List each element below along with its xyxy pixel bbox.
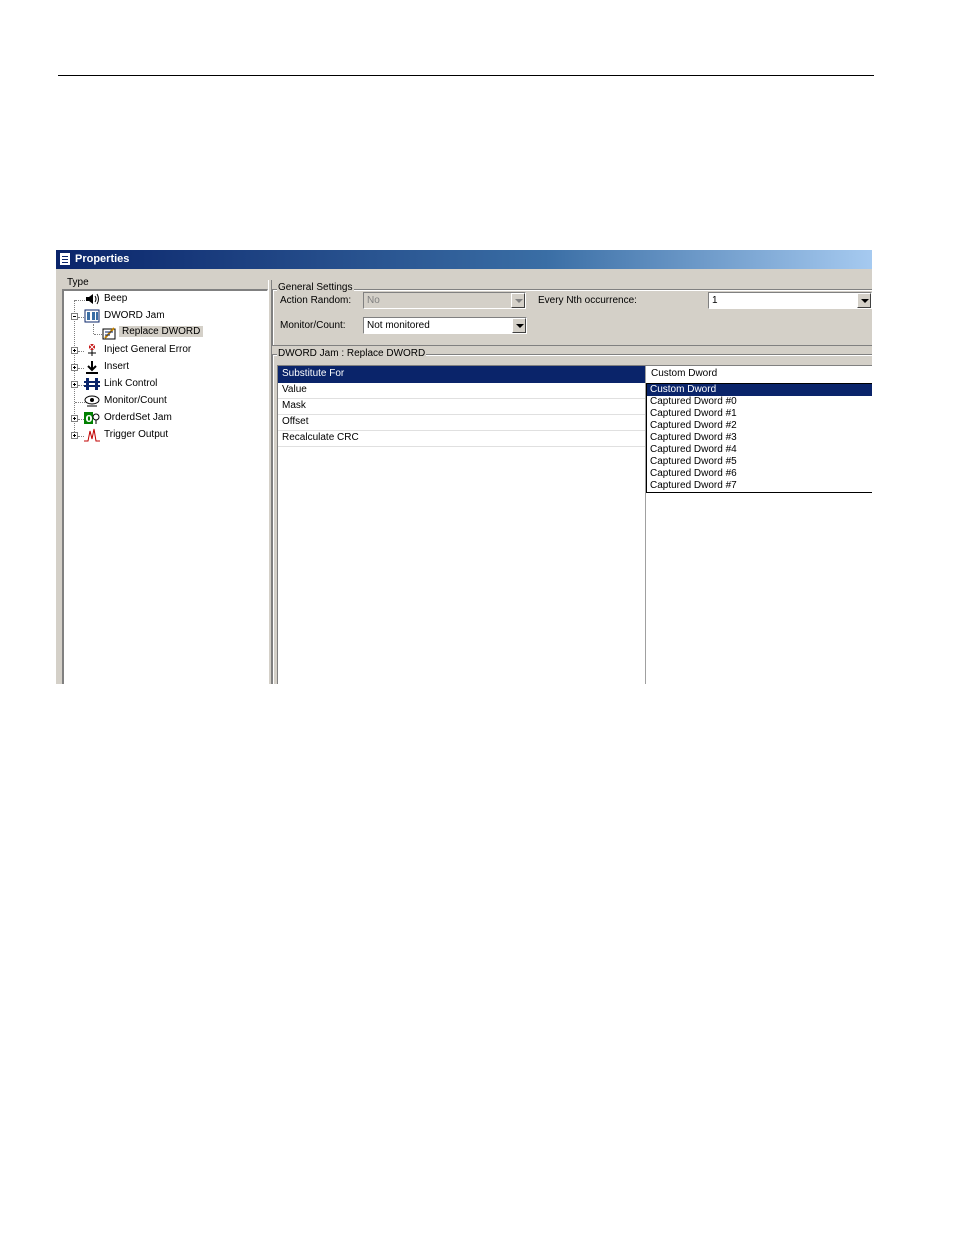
tree-item-label: Monitor/Count (104, 395, 167, 406)
grid-row-substitute-for[interactable]: Substitute For (278, 366, 645, 383)
grid-row-label: Mask (282, 400, 306, 411)
window-title: Properties (75, 253, 130, 265)
every-nth-label: Every Nth occurrence: (538, 295, 637, 306)
grid-row-recalculate-crc[interactable]: Recalculate CRC (278, 430, 645, 447)
dropdown-option[interactable]: Custom Dword (647, 384, 872, 396)
option-label: Custom Dword (650, 384, 717, 395)
dropdown-option[interactable]: Captured Dword #3 (647, 432, 872, 444)
dropdown-option[interactable]: Captured Dword #2 (647, 420, 872, 432)
page-header-rule (58, 75, 874, 76)
dropdown-option[interactable]: Captured Dword #1 (647, 408, 872, 420)
speaker-icon (84, 292, 100, 307)
dropdown-option[interactable]: Captured Dword #0 (647, 396, 872, 408)
tree-item-beep[interactable]: Beep (64, 292, 264, 308)
every-nth-value: 1 (712, 295, 718, 306)
dropdown-option[interactable]: Captured Dword #6 (647, 468, 872, 480)
tree-item-monitor-count[interactable]: Monitor/Count (64, 394, 264, 410)
tree-item-label: DWORD Jam (104, 310, 165, 321)
action-random-label: Action Random: (280, 295, 352, 306)
orderedset-jam-icon: 0 (84, 411, 100, 426)
substitute-for-dropdown[interactable]: Custom Dword Captured Dword #0 Captured … (646, 383, 872, 493)
chevron-down-icon[interactable] (512, 318, 526, 333)
tree-item-link-control[interactable]: Link Control (64, 377, 264, 393)
tree-item-label: Trigger Output (104, 429, 169, 440)
expand-toggle[interactable] (71, 432, 78, 439)
inject-error-icon (84, 343, 100, 358)
tree-item-inject-general-error[interactable]: Inject General Error (64, 343, 264, 359)
chevron-down-icon[interactable] (857, 293, 871, 308)
dword-jam-group-title: DWORD Jam : Replace DWORD (277, 348, 427, 359)
tree-item-label: Beep (104, 293, 128, 304)
property-grid: Substitute For Value Mask Offset Recalcu… (277, 365, 872, 684)
expand-toggle[interactable] (71, 415, 78, 422)
insert-icon (84, 360, 100, 375)
grid-row-value[interactable]: Value (278, 382, 645, 399)
substitute-for-editor[interactable]: Custom Dword (647, 366, 872, 384)
grid-row-label: Recalculate CRC (282, 432, 359, 443)
tree-item-orderedset-jam[interactable]: 0 OrderdSet Jam (64, 411, 264, 427)
dropdown-option[interactable]: Captured Dword #5 (647, 456, 872, 468)
action-random-value: No (367, 295, 380, 306)
grid-row-offset[interactable]: Offset (278, 414, 645, 431)
every-nth-select[interactable]: 1 (708, 292, 872, 309)
option-label: Captured Dword #0 (650, 396, 737, 407)
dropdown-option[interactable]: Captured Dword #7 (647, 480, 872, 492)
option-label: Captured Dword #4 (650, 444, 737, 455)
link-control-icon (84, 377, 100, 392)
option-label: Captured Dword #5 (650, 456, 737, 467)
tree-item-insert[interactable]: Insert (64, 360, 264, 376)
title-bar[interactable]: Properties (56, 250, 872, 269)
option-label: Captured Dword #2 (650, 420, 737, 431)
collapse-toggle[interactable] (71, 313, 78, 320)
tree-item-label: Link Control (104, 378, 158, 389)
monitor-count-label: Monitor/Count: (280, 320, 346, 331)
option-label: Captured Dword #3 (650, 432, 737, 443)
grid-row-mask[interactable]: Mask (278, 398, 645, 415)
expand-toggle[interactable] (71, 364, 78, 371)
trigger-output-icon (84, 428, 100, 443)
monitor-count-icon (84, 394, 100, 409)
tree-item-label: OrderdSet Jam (104, 412, 172, 423)
tree-item-label: Replace DWORD (119, 326, 204, 337)
dword-jam-icon (84, 309, 100, 324)
substitute-for-current-value: Custom Dword (651, 368, 718, 379)
tree-item-label: Inject General Error (104, 344, 192, 355)
monitor-count-select[interactable]: Not monitored (363, 317, 527, 334)
general-settings-title: General Settings (277, 282, 354, 293)
type-tree[interactable]: Beep DWORD Jam Replace DWORD Inject Gene… (62, 289, 268, 684)
grid-row-label: Value (282, 384, 307, 395)
properties-window-icon (59, 252, 71, 266)
type-label: Type (67, 277, 89, 288)
tree-item-trigger-output[interactable]: Trigger Output (64, 428, 264, 444)
tree-item-dword-jam[interactable]: DWORD Jam (64, 309, 264, 325)
chevron-down-icon[interactable] (511, 293, 525, 308)
expand-toggle[interactable] (71, 347, 78, 354)
expand-toggle[interactable] (71, 381, 78, 388)
option-label: Captured Dword #7 (650, 480, 737, 491)
dropdown-option[interactable]: Captured Dword #4 (647, 444, 872, 456)
option-label: Captured Dword #6 (650, 468, 737, 479)
grid-row-label: Substitute For (282, 368, 345, 379)
tree-item-replace-dword[interactable]: Replace DWORD (64, 326, 264, 342)
tree-item-label: Insert (104, 361, 130, 372)
replace-dword-icon (102, 326, 118, 341)
svg-text:0: 0 (86, 414, 93, 425)
option-label: Captured Dword #1 (650, 408, 737, 419)
monitor-count-value: Not monitored (367, 320, 430, 331)
action-random-select[interactable]: No (363, 292, 526, 309)
properties-window: Properties Type Beep DWORD Jam Replace D… (56, 250, 872, 684)
grid-row-label: Offset (282, 416, 309, 427)
